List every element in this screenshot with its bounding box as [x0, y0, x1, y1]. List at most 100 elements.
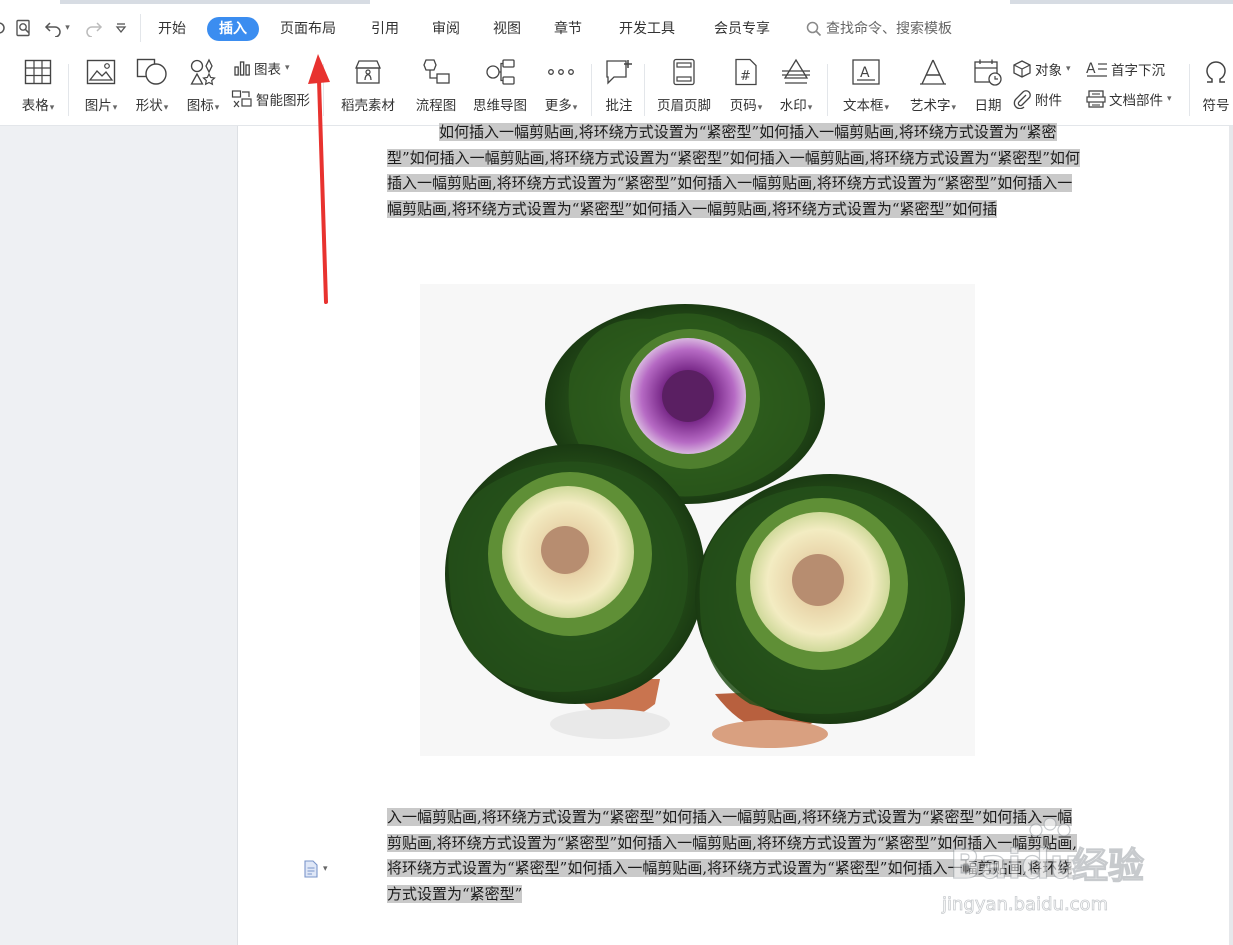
document-parts-button[interactable]: 文档部件 ▾ — [1086, 88, 1172, 110]
divider — [1189, 64, 1190, 116]
watermark-brand: Baidu — [950, 842, 1078, 888]
header-footer-button[interactable]: 页眉页脚 — [651, 54, 717, 126]
vertical-scrollbar[interactable] — [1229, 126, 1233, 945]
insert-symbol-button[interactable]: 符号 — [1196, 54, 1233, 126]
divider — [140, 14, 141, 42]
chart-label: 图表 — [254, 62, 281, 78]
document-icon — [304, 860, 318, 878]
picture-label: 图片 — [84, 98, 112, 114]
picture-icon — [85, 56, 117, 88]
navigation-pane — [0, 126, 237, 945]
drop-cap-button[interactable]: A 首字下沉 — [1086, 58, 1165, 80]
insert-picture-button[interactable]: 图片▾ — [78, 54, 124, 126]
selected-text-top[interactable]: 如何插入一幅剪贴画,将环绕方式设置为“紧密型”如何插入一幅剪贴画,将环绕方式设置… — [387, 123, 1080, 218]
svg-text:#: # — [740, 69, 751, 84]
svg-text:A: A — [860, 65, 870, 81]
header-footer-icon — [668, 56, 700, 88]
watermark-icon — [780, 56, 812, 88]
watermark-button[interactable]: 水印▾ — [773, 54, 819, 126]
drop-cap-label: 首字下沉 — [1111, 63, 1165, 79]
chart-icon — [234, 61, 250, 76]
paw-icon — [1029, 817, 1071, 837]
insert-chart-button[interactable]: 图表 ▾ — [233, 57, 290, 79]
omega-icon — [1200, 56, 1232, 88]
insert-textbox-button[interactable]: A 文本框▾ — [836, 54, 896, 126]
command-search[interactable]: 查找命令、搜索模板 — [806, 17, 952, 41]
insert-icon-button[interactable]: 图标▾ — [181, 54, 225, 126]
chevron-down-icon: ▾ — [49, 103, 55, 113]
svg-text:A: A — [1086, 61, 1096, 77]
tab-insert[interactable]: 插入 — [207, 17, 259, 41]
chevron-down-icon: ▾ — [1167, 94, 1172, 104]
chevron-down-icon: ▾ — [1066, 64, 1071, 74]
object-label: 对象 — [1035, 63, 1062, 79]
insert-smart-art-button[interactable]: 智能图形 — [231, 88, 310, 110]
more-label: 更多 — [544, 98, 572, 114]
date-label: 日期 — [974, 98, 1002, 114]
chevron-down-icon: ▾ — [214, 103, 220, 113]
icons-icon — [187, 56, 219, 88]
insert-date-button[interactable]: 日期 — [969, 54, 1007, 126]
chevron-down-icon: ▾ — [884, 103, 890, 113]
insert-comment-button[interactable]: 批注 — [598, 54, 640, 126]
smart-art-icon — [231, 90, 252, 108]
table-icon — [22, 56, 54, 88]
insert-mindmap-button[interactable]: 思维导图 — [468, 54, 532, 126]
wordart-icon — [917, 56, 949, 88]
textbox-icon: A — [850, 56, 882, 88]
insert-wordart-button[interactable]: 艺术字▾ — [903, 54, 963, 126]
paragraph-layout-handle[interactable]: ▾ — [303, 860, 328, 878]
title-strip-right — [1010, 0, 1233, 4]
save-icon[interactable] — [0, 16, 10, 40]
watermark-brand-cn: 经验 — [1072, 846, 1144, 887]
page-number-icon: # — [730, 56, 762, 88]
symbol-label: 符号 — [1202, 98, 1230, 114]
search-icon — [806, 21, 822, 37]
table-label: 表格 — [21, 98, 49, 114]
divider — [68, 64, 69, 116]
title-tab-bar: ▾ 开始 插入 页面布局 引用 审阅 视图 章节 开发工具 会员专享 查找命令、… — [0, 0, 1233, 54]
chevron-down-icon: ▾ — [757, 103, 763, 113]
divider — [591, 64, 592, 116]
attachment-label: 附件 — [1035, 93, 1062, 109]
tab-review[interactable]: 审阅 — [420, 17, 472, 41]
chevron-down-icon: ▾ — [323, 864, 328, 874]
title-strip — [60, 0, 370, 4]
tab-member[interactable]: 会员专享 — [702, 17, 782, 41]
insert-shape-button[interactable]: 形状▾ — [130, 54, 174, 126]
insert-object-button[interactable]: 对象 ▾ — [1012, 58, 1071, 80]
more-button[interactable]: 更多▾ — [538, 54, 584, 126]
flowchart-icon — [420, 56, 452, 88]
mindmap-label: 思维导图 — [473, 98, 527, 114]
shape-icon — [136, 56, 168, 88]
divider — [644, 64, 645, 116]
mindmap-icon — [484, 56, 516, 88]
icon-label: 图标 — [186, 98, 214, 114]
drop-cap-icon: A — [1086, 61, 1107, 77]
undo-button[interactable]: ▾ — [40, 16, 74, 40]
print-preview-icon[interactable] — [13, 16, 35, 40]
header-footer-label: 页眉页脚 — [657, 98, 711, 114]
paragraph-top[interactable]: 如何插入一幅剪贴画,将环绕方式设置为“紧密型”如何插入一幅剪贴画,将环绕方式设置… — [387, 120, 1080, 222]
tab-home[interactable]: 开始 — [146, 17, 198, 41]
insert-attachment-button[interactable]: 附件 — [1012, 88, 1062, 110]
inserted-kale-image[interactable] — [420, 284, 975, 756]
insert-table-button[interactable]: 表格▾ — [15, 54, 61, 126]
search-placeholder[interactable]: 查找命令、搜索模板 — [826, 17, 952, 41]
tab-view[interactable]: 视图 — [481, 17, 533, 41]
chevron-down-icon: ▾ — [572, 103, 578, 113]
undo-caret-icon[interactable]: ▾ — [65, 23, 70, 33]
page-number-label: 页码 — [729, 98, 757, 114]
insert-flowchart-button[interactable]: 流程图 — [410, 54, 462, 126]
tab-references[interactable]: 引用 — [359, 17, 411, 41]
object-icon — [1013, 60, 1031, 78]
page-number-button[interactable]: # 页码▾ — [723, 54, 769, 126]
comment-label: 批注 — [605, 98, 633, 114]
redo-button[interactable] — [82, 16, 104, 40]
more-icon — [545, 56, 577, 88]
tab-developer[interactable]: 开发工具 — [607, 17, 687, 41]
tab-chapter[interactable]: 章节 — [542, 17, 594, 41]
customize-quick-access-icon[interactable] — [112, 16, 130, 40]
watermark-url: jingyan.baidu.com — [941, 894, 1108, 915]
tab-page-layout[interactable]: 页面布局 — [268, 17, 348, 41]
